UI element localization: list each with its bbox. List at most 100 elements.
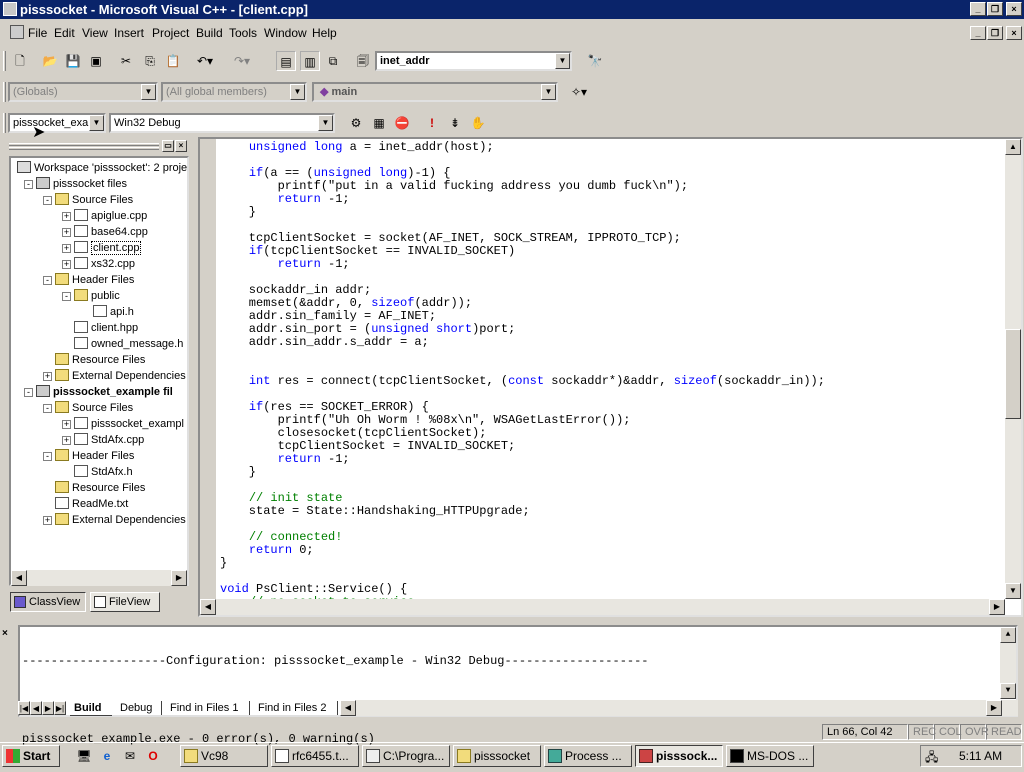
editor-hscrollbar[interactable]: ◀ ▶ — [200, 599, 1005, 615]
scroll-down-icon[interactable]: ▼ — [1005, 583, 1021, 599]
code-line[interactable]: addr.sin_addr.s_addr = a; — [220, 336, 1005, 349]
menu-tools[interactable]: Tools — [229, 26, 257, 40]
doc-minimize-button[interactable]: _ — [970, 26, 986, 40]
collapse-icon[interactable]: - — [43, 452, 52, 461]
start-button[interactable]: Start — [2, 745, 60, 767]
code-line[interactable] — [220, 349, 1005, 362]
code-line[interactable]: unsigned long a = inet_addr(host); — [220, 141, 1005, 154]
chevron-down-icon[interactable]: ▼ — [290, 84, 305, 100]
task-process[interactable]: Process ... — [544, 745, 632, 767]
tray-network-icon[interactable]: 🖧 — [925, 748, 938, 769]
save-all-icon[interactable]: ▣ — [86, 51, 106, 71]
clock[interactable]: 5:11 AM — [959, 749, 1002, 763]
restore-button[interactable]: ❐ — [987, 2, 1003, 16]
scope-combo[interactable]: (Globals) ▼ — [8, 82, 158, 102]
chevron-down-icon[interactable]: ▼ — [541, 84, 556, 100]
config-combo[interactable]: Win32 Debug ▼ — [109, 113, 335, 133]
scroll-left-icon[interactable]: ◀ — [11, 570, 27, 586]
scroll-left-icon[interactable]: ◀ — [200, 599, 216, 615]
expand-icon[interactable]: + — [62, 436, 71, 445]
panel-dock-button[interactable]: ▭ — [162, 140, 174, 152]
code-line[interactable]: // connected! — [220, 531, 1005, 544]
task-pisssocket-folder[interactable]: pisssocket — [453, 745, 541, 767]
build-icon[interactable]: ▦ — [369, 113, 389, 133]
outlook-quicklaunch-icon[interactable]: ✉ — [120, 746, 140, 766]
expand-icon[interactable]: + — [62, 228, 71, 237]
tree-item[interactable]: External Dependencies — [55, 512, 186, 528]
doc-close-button[interactable]: × — [1006, 26, 1022, 40]
members-combo[interactable]: (All global members) ▼ — [161, 82, 307, 102]
output-toggle-icon[interactable]: ▥ — [300, 51, 320, 71]
opera-quicklaunch-icon[interactable]: O — [143, 746, 163, 766]
wizard-actions-icon[interactable]: ✧▾ — [562, 82, 596, 102]
code-line[interactable]: } — [220, 557, 1005, 570]
task-cprogra[interactable]: C:\Progra... — [362, 745, 450, 767]
tree-item[interactable]: apiglue.cpp — [74, 208, 147, 224]
tree-item[interactable]: Source Files — [55, 192, 133, 208]
code-line[interactable]: state = State::Handshaking_HTTPUpgrade; — [220, 505, 1005, 518]
tab-build[interactable]: Build — [70, 700, 112, 716]
find-icon[interactable]: 🔭 — [585, 51, 605, 71]
go-icon[interactable]: ⇟ — [445, 113, 465, 133]
code-line[interactable]: } — [220, 206, 1005, 219]
ie-quicklaunch-icon[interactable]: e — [97, 746, 117, 766]
chevron-down-icon[interactable]: ▼ — [318, 115, 333, 131]
tab-last-icon[interactable]: ▶| — [54, 701, 66, 715]
menu-build[interactable]: Build — [196, 26, 223, 40]
scroll-up-icon[interactable]: ▲ — [1005, 139, 1021, 155]
open-icon[interactable]: 📂 — [40, 51, 60, 71]
chevron-down-icon[interactable]: ▼ — [89, 115, 104, 131]
menu-view[interactable]: View — [82, 26, 108, 40]
tree-hscrollbar[interactable]: ◀ ▶ — [11, 570, 187, 586]
tree-item[interactable]: Resource Files — [55, 480, 145, 496]
tab-debug[interactable]: Debug — [114, 701, 162, 715]
scroll-right-icon[interactable]: ▶ — [171, 570, 187, 586]
chevron-down-icon[interactable]: ▼ — [141, 84, 156, 100]
collapse-icon[interactable]: - — [24, 180, 33, 189]
document-icon[interactable] — [10, 25, 24, 39]
tab-fileview[interactable]: FileView — [90, 592, 160, 612]
copy-icon[interactable]: ⎘ — [140, 51, 160, 71]
collapse-icon[interactable]: - — [24, 388, 33, 397]
output-close-icon[interactable]: × — [2, 628, 8, 639]
scroll-up-icon[interactable]: ▲ — [1000, 627, 1016, 643]
expand-icon[interactable]: + — [62, 212, 71, 221]
execute-icon[interactable]: ! — [422, 113, 442, 133]
tree-item[interactable]: Workspace 'pisssocket': 2 proje — [17, 160, 187, 176]
scroll-down-icon[interactable]: ▼ — [1000, 683, 1016, 699]
vscroll-thumb[interactable] — [1005, 329, 1021, 419]
code-line[interactable]: return -1; — [220, 258, 1005, 271]
expand-icon[interactable]: + — [43, 372, 52, 381]
tab-classview[interactable]: ClassView — [10, 592, 86, 612]
expand-icon[interactable]: + — [62, 260, 71, 269]
compile-icon[interactable]: ⚙ — [346, 113, 366, 133]
collapse-icon[interactable]: - — [43, 276, 52, 285]
menu-edit[interactable]: Edit — [54, 26, 75, 40]
tree-item[interactable]: api.h — [93, 304, 134, 320]
tree-item[interactable]: StdAfx.cpp — [74, 432, 144, 448]
tree-item[interactable]: Source Files — [55, 400, 133, 416]
collapse-icon[interactable]: - — [43, 196, 52, 205]
task-rfc6455[interactable]: rfc6455.t... — [271, 745, 359, 767]
scroll-right-icon[interactable]: ▶ — [989, 599, 1005, 615]
find-combo[interactable]: inet_addr ▼ — [375, 51, 572, 71]
code-line[interactable]: } — [220, 466, 1005, 479]
doc-restore-button[interactable]: ❐ — [987, 26, 1003, 40]
tree-item[interactable]: base64.cpp — [74, 224, 148, 240]
code-line[interactable]: return -1; — [220, 453, 1005, 466]
panel-close-button[interactable]: × — [175, 140, 187, 152]
menu-insert[interactable]: Insert — [114, 26, 144, 40]
tree-item[interactable]: External Dependencies — [55, 368, 186, 384]
code-line[interactable]: return 0; — [220, 544, 1005, 557]
tree-item[interactable]: StdAfx.h — [74, 464, 133, 480]
code-line[interactable]: return -1; — [220, 193, 1005, 206]
project-combo[interactable]: pisssocket_exan ▼ — [8, 113, 106, 133]
tree-item[interactable]: client.hpp — [74, 320, 138, 336]
function-combo[interactable]: ◆ main ▼ — [312, 82, 558, 102]
expand-icon[interactable]: + — [62, 244, 71, 253]
tab-next-icon[interactable]: ▶ — [42, 701, 54, 715]
code-editor[interactable]: unsigned long a = inet_addr(host); if(a … — [198, 137, 1023, 617]
breakpoint-hand-icon[interactable]: ✋ — [468, 113, 488, 133]
tree-item[interactable]: public — [74, 288, 120, 304]
tree-item[interactable]: Header Files — [55, 448, 134, 464]
